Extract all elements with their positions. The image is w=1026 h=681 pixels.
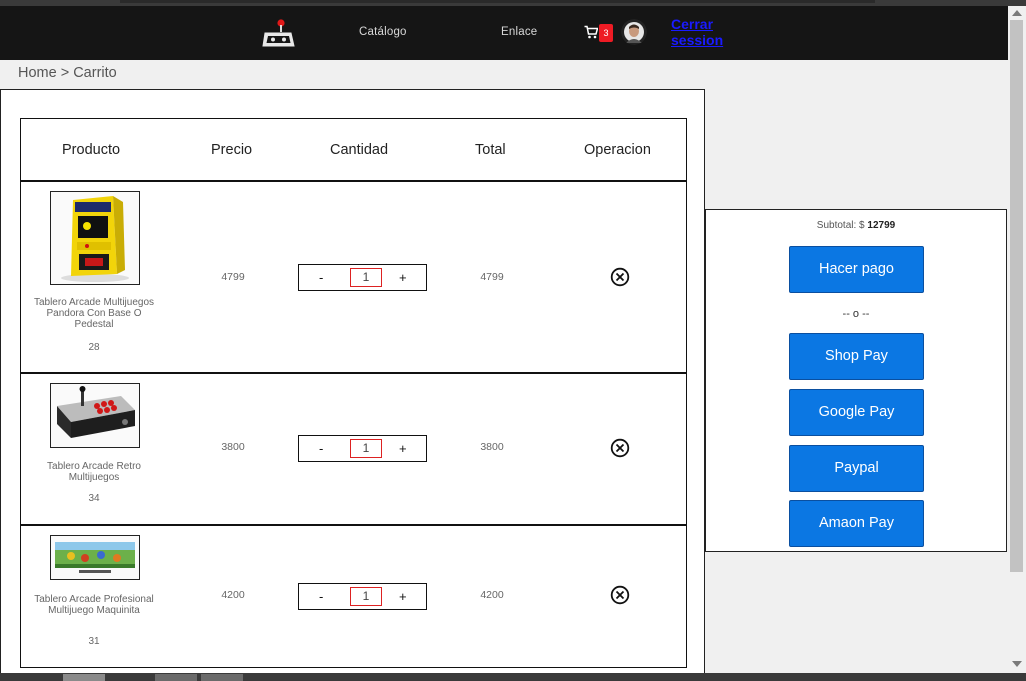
decrease-qty-button[interactable]: - — [319, 441, 323, 456]
header-precio: Precio — [211, 142, 253, 158]
shop-pay-button[interactable]: Shop Pay — [789, 333, 924, 380]
product-name[interactable]: Tablero Arcade Retro Multijuegos — [29, 461, 159, 483]
increase-qty-button[interactable]: + — [399, 441, 407, 456]
user-photo-icon — [621, 19, 647, 45]
product-price: 3800 — [221, 441, 245, 453]
google-pay-button[interactable]: Google Pay — [789, 389, 924, 436]
table-row: Tablero Arcade Retro Multijuegos 34 3800… — [21, 374, 686, 526]
product-total: 3800 — [480, 441, 504, 453]
product-stock: 31 — [88, 636, 100, 647]
product-stock: 34 — [88, 493, 100, 504]
decrease-qty-button[interactable]: - — [319, 270, 323, 285]
header-total: Total — [475, 142, 506, 158]
close-circle-icon[interactable] — [610, 585, 630, 605]
logout-link[interactable]: Cerrar session — [671, 16, 731, 48]
quantity-input[interactable]: 1 — [350, 587, 382, 606]
increase-qty-button[interactable]: + — [399, 589, 407, 604]
cart-count-badge: 3 — [599, 24, 613, 42]
product-image[interactable] — [50, 535, 140, 580]
scroll-thumb[interactable] — [1010, 20, 1023, 572]
product-name[interactable]: Tablero Arcade Multijuegos Pandora Con B… — [29, 297, 159, 330]
table-header: Producto Precio Cantidad Total Operacion — [21, 119, 686, 182]
cart-table: Producto Precio Cantidad Total Operacion — [20, 118, 687, 668]
nav-link-enlace[interactable]: Enlace — [501, 26, 537, 38]
vertical-scrollbar[interactable] — [1008, 6, 1026, 673]
close-circle-icon[interactable] — [610, 267, 630, 287]
cart-panel: Producto Precio Cantidad Total Operacion — [0, 89, 705, 681]
quantity-stepper: - 1 + — [298, 435, 427, 462]
product-price: 4200 — [221, 589, 245, 601]
close-circle-icon[interactable] — [610, 438, 630, 458]
product-stock: 28 — [88, 342, 100, 353]
table-row: Tablero Arcade Profesional Multijuego Ma… — [21, 526, 686, 667]
navbar: Catálogo Enlace 3 Cerrar session — [0, 6, 1008, 60]
scroll-up-arrow-icon[interactable] — [1012, 10, 1022, 16]
table-row: Tablero Arcade Multijuegos Pandora Con B… — [21, 182, 686, 374]
arcade-controller-image-icon — [51, 384, 139, 447]
product-total: 4200 — [480, 589, 504, 601]
quantity-input[interactable]: 1 — [350, 268, 382, 287]
order-summary: Subtotal: $ 12799 Hacer pago -- o -- Sho… — [705, 209, 1007, 552]
decrease-qty-button[interactable]: - — [319, 589, 323, 604]
arcade-panel-image-icon — [51, 536, 139, 579]
header-operacion: Operacion — [584, 142, 651, 158]
product-name[interactable]: Tablero Arcade Profesional Multijuego Ma… — [29, 594, 159, 616]
increase-qty-button[interactable]: + — [399, 270, 407, 285]
header-producto: Producto — [62, 142, 121, 158]
subtotal-value: 12799 — [867, 220, 896, 231]
or-divider: -- o -- — [842, 308, 870, 320]
arcade-cabinet-image-icon — [51, 192, 139, 284]
cart-icon[interactable] — [584, 25, 598, 39]
product-image[interactable] — [50, 191, 140, 285]
subtotal-label: Subtotal: $ — [816, 220, 865, 231]
scroll-down-arrow-icon[interactable] — [1012, 661, 1022, 667]
header-cantidad: Cantidad — [330, 142, 389, 158]
checkout-button[interactable]: Hacer pago — [789, 246, 924, 293]
product-total: 4799 — [480, 271, 504, 283]
quantity-stepper: - 1 + — [298, 264, 427, 291]
product-price: 4799 — [221, 271, 245, 283]
quantity-input[interactable]: 1 — [350, 439, 382, 458]
avatar[interactable] — [621, 19, 647, 45]
subtotal: Subtotal: $ 12799 — [706, 220, 1006, 231]
amazon-pay-button[interactable]: Amaon Pay — [789, 500, 924, 547]
quantity-stepper: - 1 + — [298, 583, 427, 610]
breadcrumb: Home > Carrito — [18, 65, 117, 81]
product-image[interactable] — [50, 383, 140, 448]
nav-link-catalogo[interactable]: Catálogo — [359, 26, 407, 38]
taskbar-strip — [0, 673, 1026, 681]
arcade-joystick-icon[interactable] — [261, 19, 296, 49]
paypal-button[interactable]: Paypal — [789, 445, 924, 492]
